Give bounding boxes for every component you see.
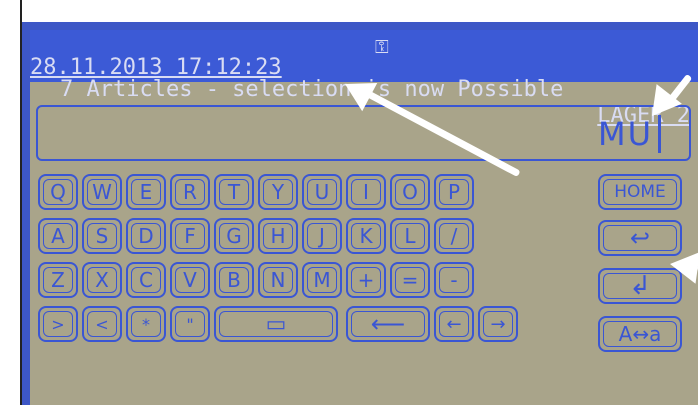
key-quote[interactable]: " (170, 306, 210, 342)
key-k[interactable]: K (346, 218, 386, 254)
key-slash[interactable]: / (434, 218, 474, 254)
key-n[interactable]: N (258, 262, 298, 298)
status-message: 7 Articles - selection is now Possible (60, 77, 564, 102)
key-v[interactable]: V (170, 262, 210, 298)
key-u[interactable]: U (302, 174, 342, 210)
key-backspace[interactable]: ⟵ (346, 306, 430, 342)
key-left[interactable]: ← (434, 306, 474, 342)
search-input[interactable]: MU (36, 105, 691, 161)
home-button[interactable]: HOME (598, 174, 682, 210)
key-r[interactable]: R (170, 174, 210, 210)
key-g[interactable]: G (214, 218, 254, 254)
key-o[interactable]: O (390, 174, 430, 210)
key-h[interactable]: H (258, 218, 298, 254)
key-f[interactable]: F (170, 218, 210, 254)
key-a[interactable]: A (38, 218, 78, 254)
key-plus[interactable]: + (346, 262, 386, 298)
annotation-arrow-head (667, 248, 698, 284)
key-q[interactable]: Q (38, 174, 78, 210)
photo-frame: 28.11.2013 17:12:23 ⚿ LAGER 2 7 Articles… (0, 0, 698, 405)
key-greater[interactable]: > (38, 306, 78, 342)
key-j[interactable]: J (302, 218, 342, 254)
key-s[interactable]: S (82, 218, 122, 254)
key-right[interactable]: → (478, 306, 518, 342)
search-input-value: MU (597, 115, 653, 153)
key-asterisk[interactable]: * (126, 306, 166, 342)
key-m[interactable]: M (302, 262, 342, 298)
key-w[interactable]: W (82, 174, 122, 210)
key-e[interactable]: E (126, 174, 166, 210)
status-header: 28.11.2013 17:12:23 ⚿ LAGER 2 7 Articles… (30, 30, 698, 128)
key-b[interactable]: B (214, 262, 254, 298)
key-c[interactable]: C (126, 262, 166, 298)
case-toggle-button[interactable]: A↔a (598, 316, 682, 352)
key-d[interactable]: D (126, 218, 166, 254)
key-space[interactable]: ▭ (214, 306, 338, 342)
key-p[interactable]: P (434, 174, 474, 210)
key-less[interactable]: < (82, 306, 122, 342)
key-equals[interactable]: = (390, 262, 430, 298)
key-i[interactable]: I (346, 174, 386, 210)
key-l[interactable]: L (390, 218, 430, 254)
key-t[interactable]: T (214, 174, 254, 210)
key-minus[interactable]: - (434, 262, 474, 298)
back-button[interactable]: ↩ (598, 220, 682, 256)
key-z[interactable]: Z (38, 262, 78, 298)
key-x[interactable]: X (82, 262, 122, 298)
key-y[interactable]: Y (258, 174, 298, 210)
